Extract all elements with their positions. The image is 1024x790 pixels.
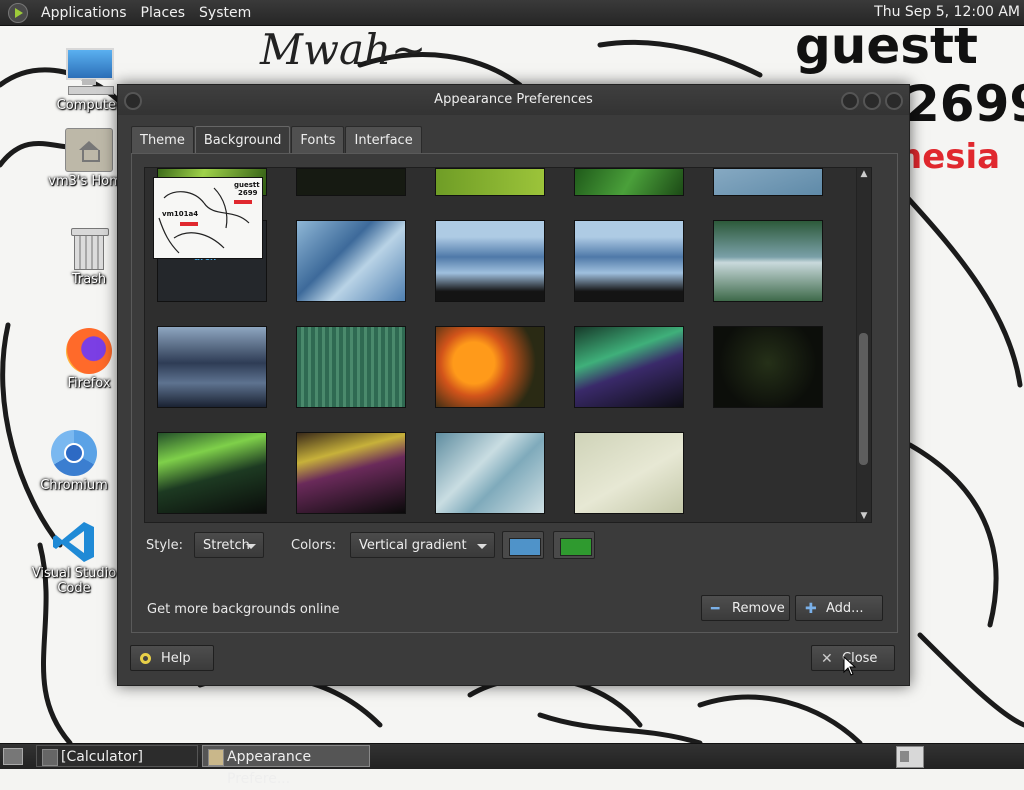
wallpaper-thumb[interactable] [713, 326, 823, 408]
tab-interface[interactable]: Interface [345, 126, 422, 154]
preferences-tabs: Theme Background Fonts Interface [131, 126, 423, 154]
appearance-preferences-window: Appearance Preferences Theme Background … [117, 84, 910, 686]
scroll-down-icon[interactable]: ▼ [857, 510, 871, 522]
wallpaper-thumb[interactable] [574, 326, 684, 408]
system-menu[interactable]: System [192, 5, 258, 21]
desktop-icon-label: Visual Studio Code [31, 566, 117, 596]
add-button-label: Add... [826, 601, 864, 616]
minus-icon: ━ [711, 601, 720, 617]
desktop-icon-chromium[interactable]: Chromium [19, 430, 129, 493]
remove-button-label: Remove [732, 601, 785, 616]
wallpaper-thumb[interactable] [713, 220, 823, 302]
wallpaper-thumb[interactable] [296, 220, 406, 302]
remove-button[interactable]: ━ Remove [701, 595, 790, 621]
close-icon: ✕ [821, 651, 833, 667]
appearance-icon [208, 749, 224, 766]
wallpaper-grid: arch [144, 167, 872, 523]
chevron-down-icon [246, 544, 256, 549]
window-menu-icon[interactable] [124, 92, 142, 110]
help-icon [140, 646, 151, 673]
tab-theme[interactable]: Theme [131, 126, 194, 154]
wallpaper-thumb[interactable] [435, 220, 545, 302]
distro-logo-icon[interactable] [8, 2, 28, 23]
desktop-icon-label: Chromium [40, 478, 108, 493]
wallpaper-thumb[interactable] [713, 168, 823, 196]
home-folder-icon [65, 128, 113, 172]
secondary-color-swatch [560, 538, 592, 556]
selected-thumb-text-number: 2699 [238, 189, 258, 197]
colors-label: Colors: [291, 538, 337, 553]
computer-icon [64, 46, 114, 96]
tab-fonts[interactable]: Fonts [291, 126, 345, 154]
wallpaper-scrawl-text: Mwah~ [260, 25, 427, 74]
wallpaper-grid-scrollbar[interactable]: ▲ ▼ [856, 168, 871, 522]
wallpaper-thumb[interactable] [296, 326, 406, 408]
wallpaper-number-text: 2699 [905, 75, 1024, 133]
wallpaper-thumb[interactable] [574, 168, 684, 196]
get-more-backgrounds-link[interactable]: Get more backgrounds online [147, 602, 340, 617]
applications-menu[interactable]: Applications [34, 5, 134, 21]
chevron-down-icon [477, 544, 487, 549]
wallpaper-thumb[interactable] [296, 432, 406, 514]
taskbar-item-calculator[interactable]: [Calculator] [36, 745, 198, 767]
desktop-icon-vscode[interactable]: Visual Studio Code [19, 520, 129, 596]
calculator-icon [42, 749, 58, 766]
places-menu[interactable]: Places [134, 5, 193, 21]
taskbar-item-appearance[interactable]: Appearance Prefere... [202, 745, 370, 787]
style-combo[interactable]: Stretch [194, 532, 264, 558]
scroll-up-icon[interactable]: ▲ [857, 168, 871, 180]
wallpaper-thumb[interactable] [157, 326, 267, 408]
taskbar-item-label: [Calculator] [61, 749, 144, 765]
wallpaper-thumb[interactable] [435, 326, 545, 408]
plus-icon: ✚ [805, 601, 817, 617]
help-button[interactable]: Help [130, 645, 214, 671]
secondary-color-button[interactable] [553, 531, 595, 559]
selected-wallpaper-frame[interactable]: guestt 2699 vm101a4 [145, 168, 273, 266]
wallpaper-guest-text: guestt [795, 25, 978, 75]
workspace-switcher[interactable] [896, 746, 924, 768]
primary-color-button[interactable] [502, 531, 544, 559]
chromium-icon [51, 430, 97, 476]
help-button-label: Help [161, 651, 191, 666]
wallpaper-thumb[interactable] [157, 432, 267, 514]
wallpaper-thumb[interactable] [574, 220, 684, 302]
panel-clock[interactable]: Thu Sep 5, 12:00 AM [874, 4, 1020, 20]
vscode-icon [52, 520, 96, 564]
colors-combo[interactable]: Vertical gradient [350, 532, 495, 558]
minimize-icon[interactable] [841, 92, 859, 110]
maximize-icon[interactable] [863, 92, 881, 110]
colors-combo-value: Vertical gradient [359, 538, 467, 553]
primary-color-swatch [509, 538, 541, 556]
style-label: Style: [146, 538, 184, 553]
selected-thumb-text-vm: vm101a4 [162, 210, 199, 218]
window-titlebar[interactable]: Appearance Preferences [118, 85, 909, 115]
taskbar-item-label: Appearance Prefere... [227, 749, 312, 787]
selected-thumb-text-guest: guestt [234, 181, 260, 189]
selected-wallpaper-thumb: guestt 2699 vm101a4 [153, 177, 263, 259]
background-pane: arch [131, 153, 898, 633]
window-title: Appearance Preferences [434, 92, 593, 107]
wallpaper-thumb[interactable] [435, 432, 545, 514]
trash-icon [71, 228, 109, 270]
show-desktop-icon[interactable] [3, 748, 23, 765]
firefox-icon [66, 328, 112, 374]
add-button[interactable]: ✚ Add... [795, 595, 883, 621]
wallpaper-thumb[interactable] [296, 168, 406, 196]
mouse-pointer-icon [843, 656, 857, 676]
top-panel: Applications Places System Thu Sep 5, 12… [0, 0, 1024, 26]
tab-background[interactable]: Background [194, 126, 291, 154]
wallpaper-red-text: nesia [898, 137, 1001, 177]
wallpaper-thumb[interactable] [435, 168, 545, 196]
wallpaper-thumb[interactable] [574, 432, 684, 514]
bottom-panel: [Calculator] Appearance Prefere... [0, 743, 1024, 787]
close-window-icon[interactable] [885, 92, 903, 110]
scrollbar-thumb[interactable] [859, 333, 868, 465]
style-combo-value: Stretch [203, 538, 250, 553]
